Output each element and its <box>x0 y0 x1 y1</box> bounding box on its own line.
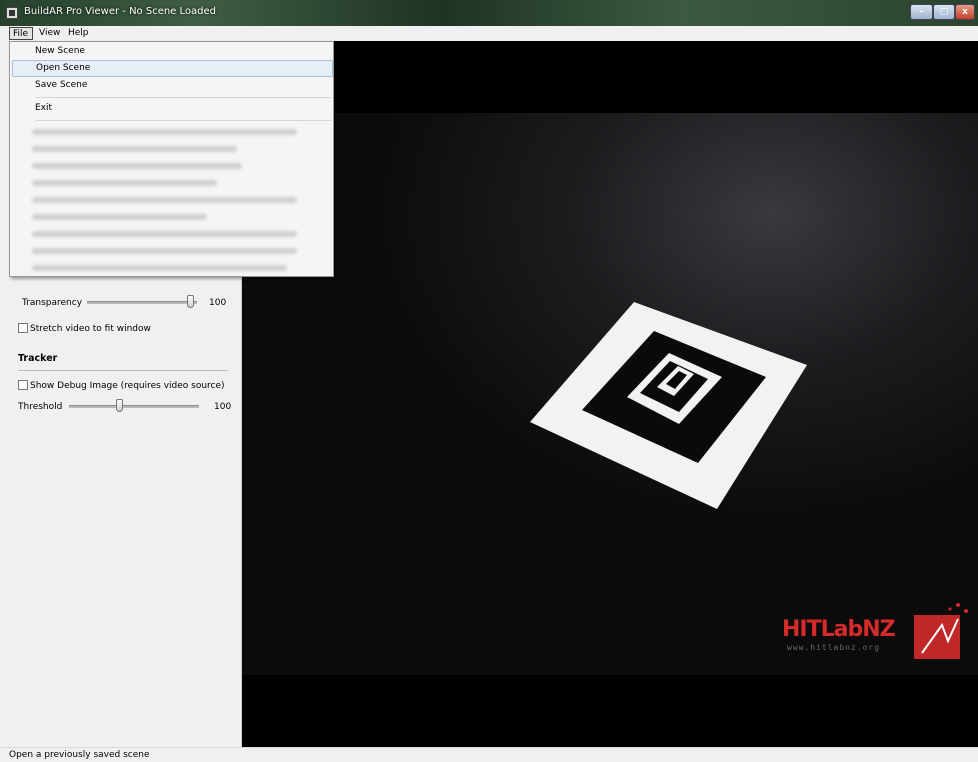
window-title: BuildAR Pro Viewer - No Scene Loaded <box>24 6 217 17</box>
title-bar[interactable]: BuildAR Pro Viewer - No Scene Loaded – □… <box>0 0 978 26</box>
minimize-button[interactable]: – <box>910 4 933 20</box>
threshold-slider[interactable] <box>69 405 199 408</box>
transparency-value: 100 <box>209 298 227 308</box>
tracker-section-title: Tracker <box>18 353 58 364</box>
recent-file-item[interactable] <box>32 163 242 169</box>
threshold-label: Threshold <box>18 402 63 412</box>
video-view[interactable]: HITLabNZ www.hitlabnz.org <box>242 41 978 747</box>
stretch-video-label: Stretch video to fit window <box>30 324 151 334</box>
threshold-slider-thumb[interactable] <box>116 399 123 412</box>
close-button[interactable]: x <box>955 4 975 20</box>
menu-item-open-scene[interactable]: Open Scene <box>12 60 333 77</box>
threshold-value: 100 <box>214 402 232 412</box>
recent-file-item[interactable] <box>32 231 297 237</box>
debug-image-label: Show Debug Image (requires video source) <box>30 381 225 391</box>
recent-file-item[interactable] <box>32 265 287 271</box>
debug-image-checkbox[interactable] <box>18 380 28 390</box>
logo-url: www.hitlabnz.org <box>787 643 881 652</box>
maximize-button[interactable]: □ <box>933 4 955 20</box>
close-icon: x <box>962 7 968 17</box>
transparency-slider-thumb[interactable] <box>187 295 194 308</box>
recent-file-item[interactable] <box>32 129 297 135</box>
letterbox-bottom <box>242 675 978 747</box>
menu-separator <box>35 120 331 121</box>
recent-file-item[interactable] <box>32 146 237 152</box>
recent-file-item[interactable] <box>32 248 297 254</box>
menu-item-save-scene[interactable]: Save Scene <box>10 77 333 94</box>
logo-text: HITLabNZ <box>782 617 896 642</box>
stretch-video-checkbox[interactable] <box>18 323 28 333</box>
letterbox-top <box>242 41 978 113</box>
recent-file-item[interactable] <box>32 214 207 220</box>
status-text: Open a previously saved scene <box>9 750 150 760</box>
menu-view[interactable]: View <box>36 27 63 40</box>
recent-file-item[interactable] <box>32 197 297 203</box>
menu-help[interactable]: Help <box>65 27 92 40</box>
transparency-slider[interactable] <box>87 301 197 304</box>
menu-bar: File View Help <box>0 26 978 41</box>
recent-file-item[interactable] <box>32 180 217 186</box>
menu-separator <box>35 97 331 98</box>
menu-item-new-scene[interactable]: New Scene <box>10 43 333 60</box>
file-dropdown-menu: New Scene Open Scene Save Scene Exit <box>9 41 334 277</box>
transparency-label: Transparency <box>22 298 83 308</box>
maximize-icon: □ <box>939 7 949 17</box>
status-bar: Open a previously saved scene <box>0 747 978 762</box>
app-icon <box>6 7 18 19</box>
tracker-divider <box>18 370 228 371</box>
minimize-icon: – <box>919 7 924 17</box>
menu-item-exit[interactable]: Exit <box>10 100 333 117</box>
menu-file[interactable]: File <box>9 27 33 40</box>
